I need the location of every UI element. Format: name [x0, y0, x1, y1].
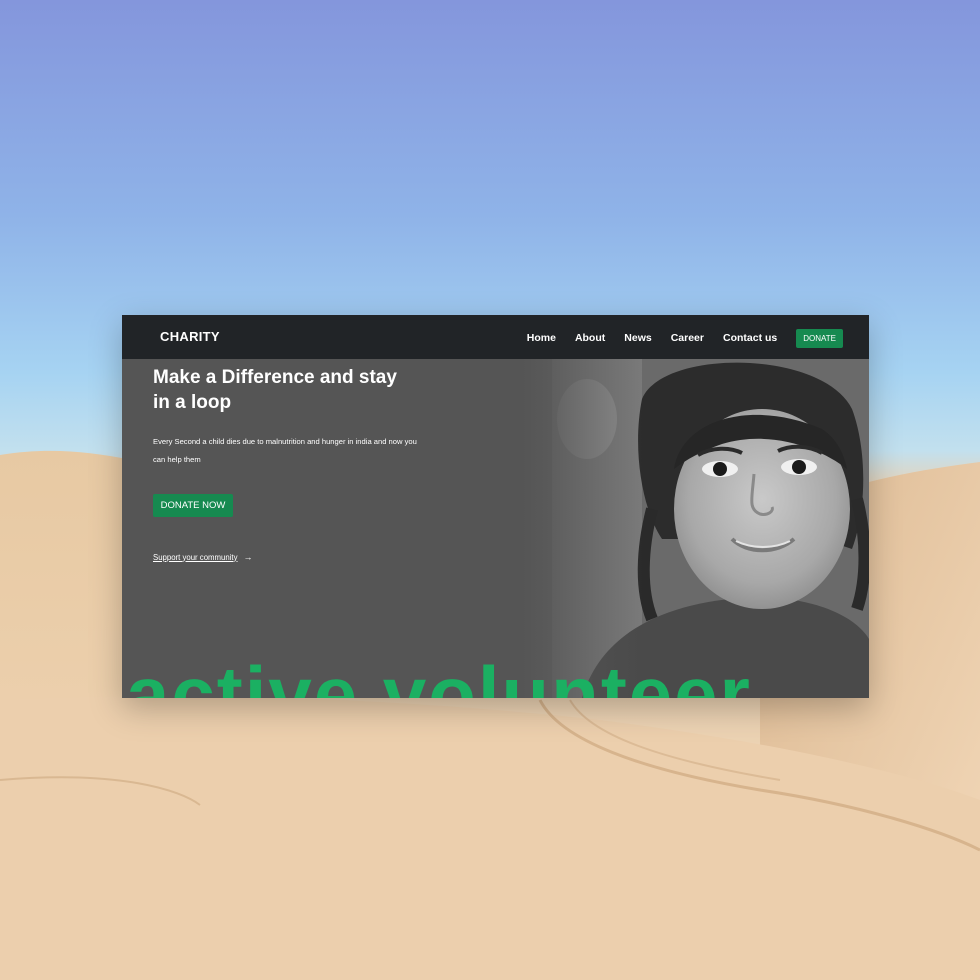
support-community-label: Support your community: [153, 552, 238, 562]
hero-watermark-text: active volunteer: [126, 650, 752, 698]
hero-title: Make a Difference and stay in a loop: [153, 367, 397, 413]
charity-website-screenshot: CHARITY Home About News Career Contact u…: [122, 315, 869, 698]
brand-logo[interactable]: CHARITY: [160, 329, 220, 344]
nav-link-contact[interactable]: Contact us: [723, 332, 777, 344]
hero-description: Every Second a child dies due to malnutr…: [153, 437, 417, 464]
support-community-link[interactable]: Support your community →: [153, 552, 253, 562]
nav-link-home[interactable]: Home: [527, 332, 556, 344]
navbar: CHARITY Home About News Career Contact u…: [122, 315, 869, 359]
nav-links: Home About News Career Contact us DONATE: [527, 328, 843, 348]
nav-link-about[interactable]: About: [575, 332, 605, 344]
nav-link-career[interactable]: Career: [671, 332, 704, 344]
nav-link-news[interactable]: News: [624, 332, 651, 344]
donate-button[interactable]: DONATE: [796, 329, 843, 348]
arrow-right-icon: →: [243, 552, 253, 562]
donate-now-button[interactable]: DONATE NOW: [153, 494, 233, 517]
hero-girl-photo: [522, 359, 869, 698]
